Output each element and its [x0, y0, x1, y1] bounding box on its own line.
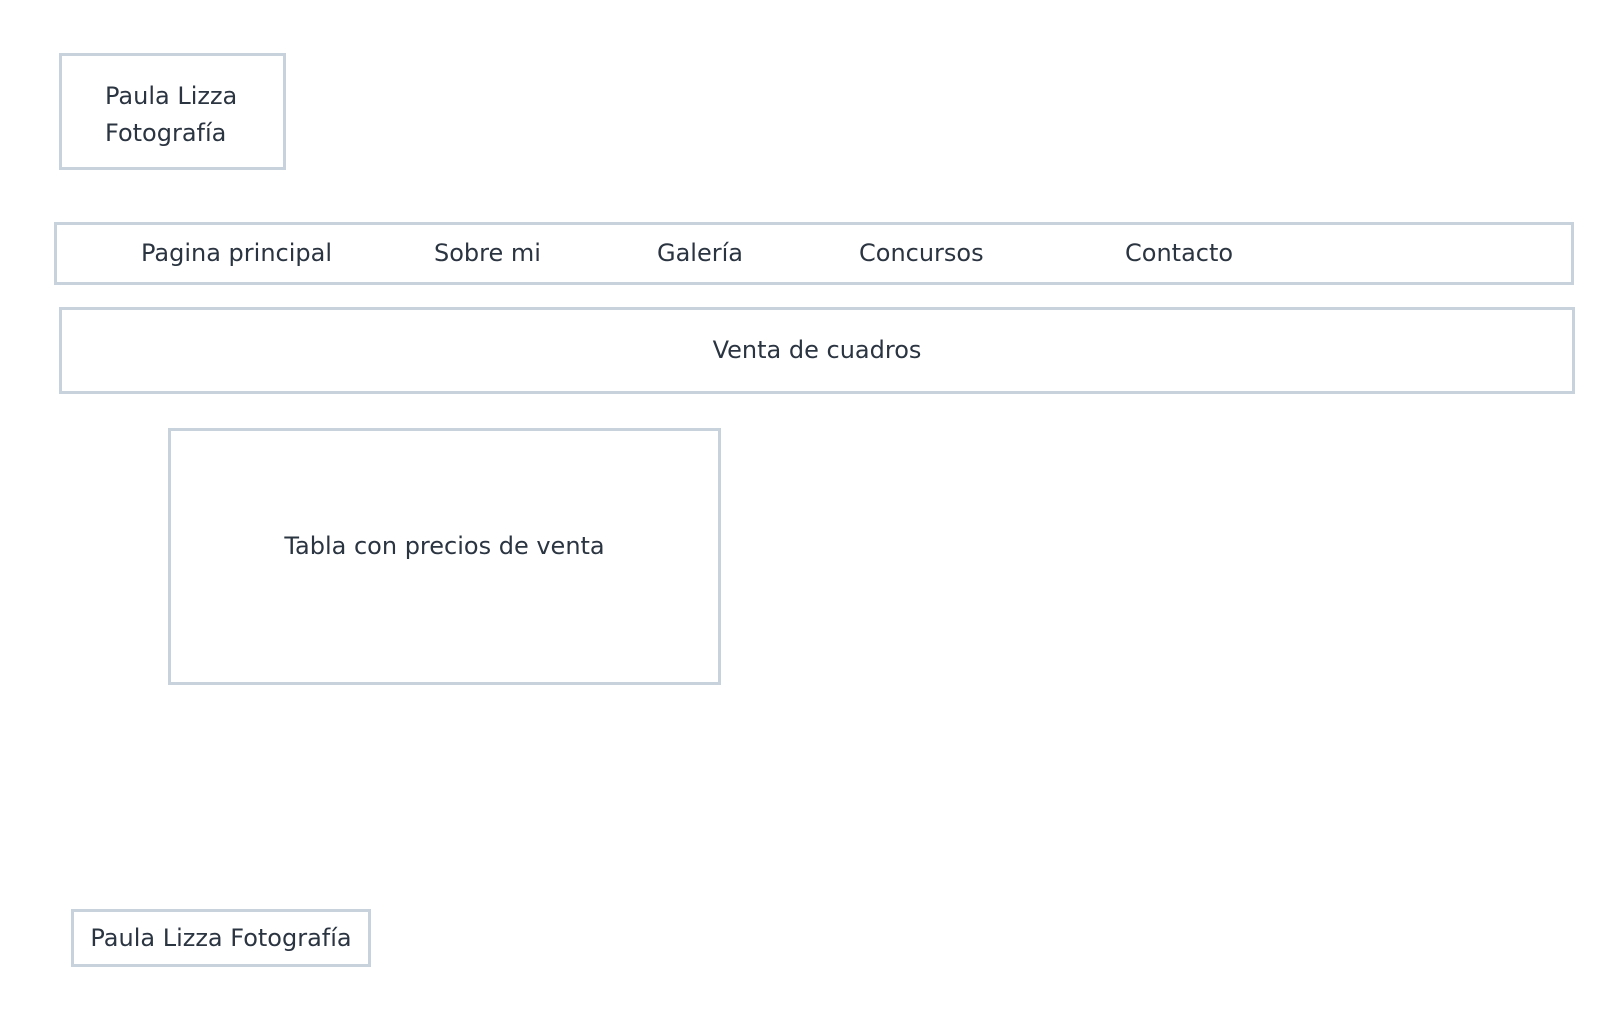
nav-item-sobre-mi[interactable]: Sobre mi [434, 225, 541, 282]
price-table-label: Tabla con precios de venta [284, 532, 605, 560]
price-table-placeholder: Tabla con precios de venta [168, 428, 721, 685]
logo-line-2: Fotografía [105, 119, 227, 147]
footer-brand: Paula Lizza Fotografía [71, 909, 371, 967]
nav-item-concursos[interactable]: Concursos [859, 225, 984, 282]
site-logo[interactable]: Paula Lizza Fotografía [59, 53, 286, 170]
section-title-banner: Venta de cuadros [59, 307, 1575, 394]
nav-item-galeria[interactable]: Galería [657, 225, 743, 282]
section-title: Venta de cuadros [712, 336, 922, 364]
footer-text: Paula Lizza Fotografía [90, 924, 352, 952]
nav-item-pagina-principal[interactable]: Pagina principal [141, 225, 332, 282]
logo-line-1: Paula Lizza [105, 82, 238, 110]
main-navigation: Pagina principal Sobre mi Galería Concur… [54, 222, 1574, 285]
nav-item-contacto[interactable]: Contacto [1125, 225, 1233, 282]
